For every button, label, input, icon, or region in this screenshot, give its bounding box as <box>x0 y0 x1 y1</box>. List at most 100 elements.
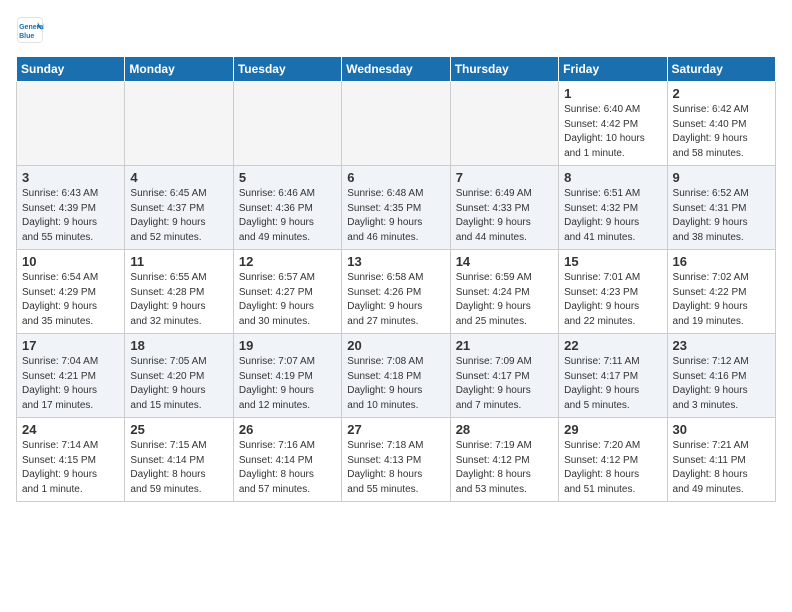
day-cell: 6 Sunrise: 6:48 AM Sunset: 4:35 PM Daylig… <box>342 166 450 250</box>
day-info: Sunrise: 7:14 AM Sunset: 4:15 PM Dayligh… <box>22 439 119 497</box>
week-row-2: 3 Sunrise: 6:43 AM Sunset: 4:39 PM Daylig… <box>17 166 776 250</box>
day-cell <box>17 82 125 166</box>
day-number: 27 <box>347 422 444 437</box>
day-info: Sunrise: 7:19 AM Sunset: 4:12 PM Dayligh… <box>456 439 553 497</box>
day-cell: 3 Sunrise: 6:43 AM Sunset: 4:39 PM Daylig… <box>17 166 125 250</box>
week-row-1: 1 Sunrise: 6:40 AM Sunset: 4:42 PM Daylig… <box>17 82 776 166</box>
day-cell <box>125 82 233 166</box>
day-number: 17 <box>22 338 119 353</box>
day-number: 6 <box>347 170 444 185</box>
day-cell: 21 Sunrise: 7:09 AM Sunset: 4:17 PM Dayli… <box>450 334 558 418</box>
day-info: Sunrise: 7:09 AM Sunset: 4:17 PM Dayligh… <box>456 355 553 413</box>
day-cell: 30Sunrise: 7:21 AM Sunset: 4:11 PM Dayli… <box>667 418 775 502</box>
week-row-3: 10 Sunrise: 6:54 AM Sunset: 4:29 PM Dayli… <box>17 250 776 334</box>
header-saturday: Saturday <box>667 57 775 82</box>
day-info: Sunrise: 7:07 AM Sunset: 4:19 PM Dayligh… <box>239 355 336 413</box>
day-number: 21 <box>456 338 553 353</box>
day-info: Sunrise: 6:59 AM Sunset: 4:24 PM Dayligh… <box>456 271 553 329</box>
day-info: Sunrise: 6:55 AM Sunset: 4:28 PM Dayligh… <box>130 271 227 329</box>
day-number: 9 <box>673 170 770 185</box>
day-info: Sunrise: 6:40 AM Sunset: 4:42 PM Dayligh… <box>564 103 661 161</box>
day-number: 15 <box>564 254 661 269</box>
day-number: 10 <box>22 254 119 269</box>
day-cell: 24 Sunrise: 7:14 AM Sunset: 4:15 PM Dayli… <box>17 418 125 502</box>
day-info: Sunrise: 7:18 AM Sunset: 4:13 PM Dayligh… <box>347 439 444 497</box>
header-sunday: Sunday <box>17 57 125 82</box>
day-info: Sunrise: 6:54 AM Sunset: 4:29 PM Dayligh… <box>22 271 119 329</box>
day-info: Sunrise: 6:42 AM Sunset: 4:40 PM Dayligh… <box>673 103 770 161</box>
day-number: 23 <box>673 338 770 353</box>
logo-icon: General Blue <box>16 16 44 44</box>
day-number: 25 <box>130 422 227 437</box>
day-cell: 13Sunrise: 6:58 AM Sunset: 4:26 PM Dayli… <box>342 250 450 334</box>
day-cell: 19 Sunrise: 7:07 AM Sunset: 4:19 PM Dayli… <box>233 334 341 418</box>
day-info: Sunrise: 7:04 AM Sunset: 4:21 PM Dayligh… <box>22 355 119 413</box>
day-cell: 15 Sunrise: 7:01 AM Sunset: 4:23 PM Dayli… <box>559 250 667 334</box>
day-number: 30 <box>673 422 770 437</box>
day-cell: 4 Sunrise: 6:45 AM Sunset: 4:37 PM Daylig… <box>125 166 233 250</box>
day-number: 1 <box>564 86 661 101</box>
day-info: Sunrise: 7:08 AM Sunset: 4:18 PM Dayligh… <box>347 355 444 413</box>
day-cell: 27 Sunrise: 7:18 AM Sunset: 4:13 PM Dayli… <box>342 418 450 502</box>
day-cell: 28 Sunrise: 7:19 AM Sunset: 4:12 PM Dayli… <box>450 418 558 502</box>
day-number: 20 <box>347 338 444 353</box>
day-info: Sunrise: 6:51 AM Sunset: 4:32 PM Dayligh… <box>564 187 661 245</box>
day-info: Sunrise: 6:46 AM Sunset: 4:36 PM Dayligh… <box>239 187 336 245</box>
day-number: 7 <box>456 170 553 185</box>
day-cell: 20 Sunrise: 7:08 AM Sunset: 4:18 PM Dayli… <box>342 334 450 418</box>
day-cell: 10 Sunrise: 6:54 AM Sunset: 4:29 PM Dayli… <box>17 250 125 334</box>
day-cell <box>233 82 341 166</box>
day-number: 24 <box>22 422 119 437</box>
header-monday: Monday <box>125 57 233 82</box>
day-info: Sunrise: 6:45 AM Sunset: 4:37 PM Dayligh… <box>130 187 227 245</box>
day-cell: 12Sunrise: 6:57 AM Sunset: 4:27 PM Dayli… <box>233 250 341 334</box>
day-number: 19 <box>239 338 336 353</box>
header-friday: Friday <box>559 57 667 82</box>
day-cell: 11 Sunrise: 6:55 AM Sunset: 4:28 PM Dayli… <box>125 250 233 334</box>
day-cell: 22Sunrise: 7:11 AM Sunset: 4:17 PM Dayli… <box>559 334 667 418</box>
day-info: Sunrise: 7:12 AM Sunset: 4:16 PM Dayligh… <box>673 355 770 413</box>
day-info: Sunrise: 7:02 AM Sunset: 4:22 PM Dayligh… <box>673 271 770 329</box>
calendar-table: SundayMondayTuesdayWednesdayThursdayFrid… <box>16 56 776 502</box>
day-number: 29 <box>564 422 661 437</box>
day-info: Sunrise: 6:49 AM Sunset: 4:33 PM Dayligh… <box>456 187 553 245</box>
day-info: Sunrise: 7:05 AM Sunset: 4:20 PM Dayligh… <box>130 355 227 413</box>
header-tuesday: Tuesday <box>233 57 341 82</box>
day-cell: 8 Sunrise: 6:51 AM Sunset: 4:32 PM Daylig… <box>559 166 667 250</box>
day-number: 8 <box>564 170 661 185</box>
day-number: 2 <box>673 86 770 101</box>
day-number: 18 <box>130 338 227 353</box>
day-number: 11 <box>130 254 227 269</box>
day-number: 28 <box>456 422 553 437</box>
day-cell: 17 Sunrise: 7:04 AM Sunset: 4:21 PM Dayli… <box>17 334 125 418</box>
day-info: Sunrise: 6:43 AM Sunset: 4:39 PM Dayligh… <box>22 187 119 245</box>
week-row-5: 24 Sunrise: 7:14 AM Sunset: 4:15 PM Dayli… <box>17 418 776 502</box>
day-cell: 7 Sunrise: 6:49 AM Sunset: 4:33 PM Daylig… <box>450 166 558 250</box>
day-cell: 9 Sunrise: 6:52 AM Sunset: 4:31 PM Daylig… <box>667 166 775 250</box>
day-info: Sunrise: 6:48 AM Sunset: 4:35 PM Dayligh… <box>347 187 444 245</box>
day-number: 16 <box>673 254 770 269</box>
day-info: Sunrise: 6:57 AM Sunset: 4:27 PM Dayligh… <box>239 271 336 329</box>
page-header: General Blue <box>16 16 776 44</box>
day-cell: 25 Sunrise: 7:15 AM Sunset: 4:14 PM Dayli… <box>125 418 233 502</box>
day-number: 4 <box>130 170 227 185</box>
day-number: 26 <box>239 422 336 437</box>
day-number: 22 <box>564 338 661 353</box>
day-number: 3 <box>22 170 119 185</box>
day-info: Sunrise: 6:52 AM Sunset: 4:31 PM Dayligh… <box>673 187 770 245</box>
day-info: Sunrise: 7:01 AM Sunset: 4:23 PM Dayligh… <box>564 271 661 329</box>
day-info: Sunrise: 7:20 AM Sunset: 4:12 PM Dayligh… <box>564 439 661 497</box>
svg-text:Blue: Blue <box>19 33 34 40</box>
day-cell: 5 Sunrise: 6:46 AM Sunset: 4:36 PM Daylig… <box>233 166 341 250</box>
day-info: Sunrise: 7:15 AM Sunset: 4:14 PM Dayligh… <box>130 439 227 497</box>
day-cell: 1 Sunrise: 6:40 AM Sunset: 4:42 PM Daylig… <box>559 82 667 166</box>
header-wednesday: Wednesday <box>342 57 450 82</box>
day-cell: 14Sunrise: 6:59 AM Sunset: 4:24 PM Dayli… <box>450 250 558 334</box>
day-info: Sunrise: 6:58 AM Sunset: 4:26 PM Dayligh… <box>347 271 444 329</box>
day-cell: 2 Sunrise: 6:42 AM Sunset: 4:40 PM Daylig… <box>667 82 775 166</box>
header-thursday: Thursday <box>450 57 558 82</box>
day-cell: 16 Sunrise: 7:02 AM Sunset: 4:22 PM Dayli… <box>667 250 775 334</box>
week-row-4: 17 Sunrise: 7:04 AM Sunset: 4:21 PM Dayli… <box>17 334 776 418</box>
day-info: Sunrise: 7:16 AM Sunset: 4:14 PM Dayligh… <box>239 439 336 497</box>
day-number: 5 <box>239 170 336 185</box>
